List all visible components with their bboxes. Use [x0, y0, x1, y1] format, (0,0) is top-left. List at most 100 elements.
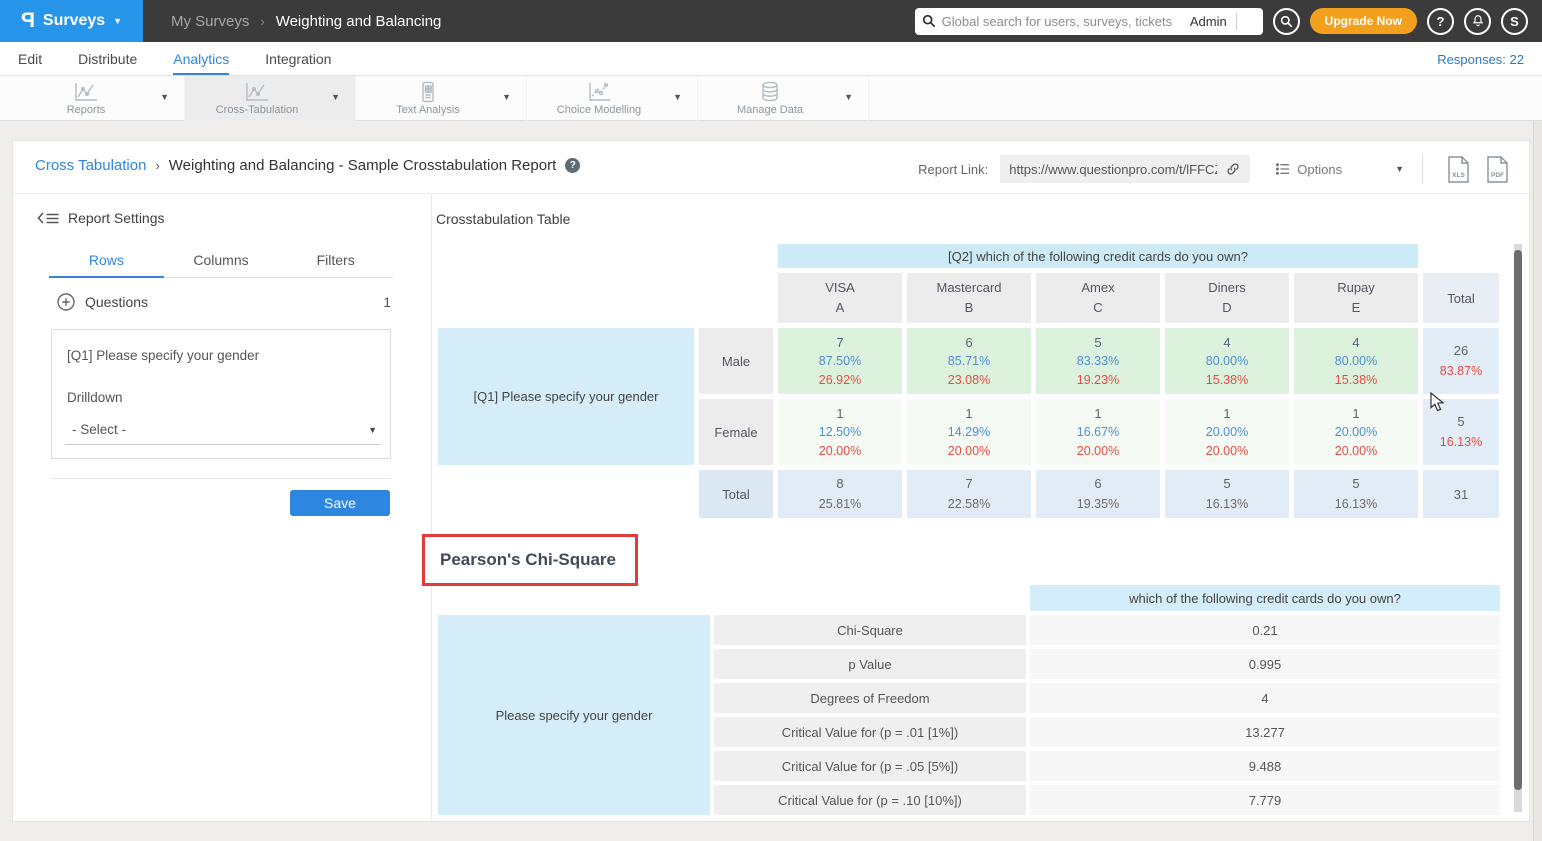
chi-square-highlight-box: Pearson's Chi-Square: [422, 534, 638, 586]
report-title: Weighting and Balancing - Sample Crossta…: [169, 157, 556, 174]
column-total-cell: 516.13%: [1294, 470, 1418, 518]
chevron-down-icon[interactable]: ▼: [1395, 165, 1404, 174]
tab-columns[interactable]: Columns: [164, 247, 279, 278]
cross-tabulation-link[interactable]: Cross Tabulation: [35, 157, 146, 174]
search-scope-selector[interactable]: Admin: [1181, 14, 1236, 29]
questions-count: 1: [383, 294, 391, 310]
export-xls-button[interactable]: XLS: [1447, 156, 1470, 183]
chi-stat-value: 0.995: [1030, 649, 1500, 679]
questions-label: Questions: [85, 294, 148, 310]
help-icon[interactable]: ?: [565, 158, 580, 173]
chevron-down-icon[interactable]: ▼: [502, 93, 511, 102]
toolbar-item-choice-modelling[interactable]: Choice Modelling ▼: [527, 76, 698, 121]
column-header: RupayE: [1294, 273, 1418, 323]
chi-stat-label: Degrees of Freedom: [714, 683, 1026, 713]
global-search: Admin ▼: [915, 8, 1263, 35]
crosstab-section-title: Crosstabulation Table: [436, 211, 570, 227]
avatar[interactable]: S: [1501, 8, 1528, 35]
drilldown-select[interactable]: - Select - ▼: [65, 418, 380, 445]
crosstab-table: [Q2] which of the following credit cards…: [438, 244, 1499, 518]
analytics-toolbar: Reports ▼ Cross-Tabulation ▼ Text Analys…: [0, 76, 1542, 121]
chi-stat-label: Critical Value for (p = .10 [10%]): [714, 785, 1026, 815]
crosstab-cell: 787.50%26.92%: [778, 328, 902, 394]
nav-tab-analytics[interactable]: Analytics: [173, 42, 229, 75]
chi-stat-value: 9.488: [1030, 751, 1500, 781]
report-url: https://www.questionpro.com/t/lFFCZg: [1009, 162, 1217, 177]
toolbar-item-text-analysis[interactable]: Text Analysis ▼: [356, 76, 527, 121]
notifications-button[interactable]: [1464, 8, 1491, 35]
row-label-total: Total: [699, 470, 773, 518]
toolbar-item-label: Cross-Tabulation: [185, 104, 329, 116]
product-menu-label: Surveys: [43, 12, 105, 30]
column-header: VISAA: [778, 273, 902, 323]
breadcrumb-my-surveys[interactable]: My Surveys: [171, 13, 249, 30]
report-card: Cross Tabulation › Weighting and Balanci…: [12, 140, 1530, 822]
breadcrumb-separator: ›: [260, 14, 264, 29]
nav-tab-integration[interactable]: Integration: [265, 42, 331, 75]
help-button[interactable]: ?: [1427, 8, 1454, 35]
divider: [51, 478, 391, 479]
column-total-cell: 619.35%: [1036, 470, 1160, 518]
report-url-box[interactable]: https://www.questionpro.com/t/lFFCZg: [1000, 155, 1250, 183]
row-label-female: Female: [699, 399, 773, 465]
survey-nav: Edit Distribute Analytics Integration Re…: [0, 42, 1542, 76]
report-link-label: Report Link:: [918, 162, 988, 177]
breadcrumb-separator: ›: [155, 158, 159, 173]
link-icon[interactable]: [1225, 161, 1241, 177]
row-total-cell: 2683.87%: [1423, 328, 1499, 394]
search-button[interactable]: [1273, 8, 1300, 35]
export-pdf-button[interactable]: PDF: [1486, 156, 1509, 183]
top-breadcrumb: My Surveys › Weighting and Balancing: [171, 13, 441, 30]
chevron-down-icon[interactable]: ▼: [1237, 17, 1256, 26]
row-total-cell: 516.13%: [1423, 399, 1499, 465]
toolbar-item-reports[interactable]: Reports ▼: [14, 76, 185, 121]
drilldown-label: Drilldown: [67, 390, 123, 405]
toolbar-item-label: Choice Modelling: [527, 104, 671, 116]
chevron-down-icon[interactable]: ▼: [160, 93, 169, 102]
chevron-down-icon[interactable]: ▼: [844, 93, 853, 102]
svg-text:XLS: XLS: [1452, 172, 1465, 179]
chi-square-table: which of the following credit cards do y…: [438, 585, 1500, 815]
column-total-cell: 516.13%: [1165, 470, 1289, 518]
content-scrollbar-thumb[interactable]: [1514, 250, 1522, 790]
chevron-down-icon[interactable]: ▼: [331, 93, 340, 102]
chi-stat-value: 4: [1030, 683, 1500, 713]
questionpro-logo-icon: P: [21, 9, 35, 33]
crosstab-cell: 480.00%15.38%: [1294, 328, 1418, 394]
chi-stat-label: Critical Value for (p = .05 [5%]): [714, 751, 1026, 781]
questions-row: Questions 1: [57, 292, 391, 312]
options-menu[interactable]: Options ▼: [1276, 162, 1404, 177]
toolbar-item-manage-data[interactable]: Manage Data ▼: [698, 76, 869, 121]
question-text: [Q1] Please specify your gender: [67, 348, 259, 363]
add-question-icon[interactable]: [57, 293, 75, 311]
nav-tab-edit[interactable]: Edit: [18, 42, 42, 75]
save-button[interactable]: Save: [290, 490, 390, 516]
divider: [431, 193, 432, 821]
question-card[interactable]: [Q1] Please specify your gender Drilldow…: [51, 329, 391, 459]
divider: [13, 193, 1529, 194]
row-label-male: Male: [699, 328, 773, 394]
tab-rows[interactable]: Rows: [49, 247, 164, 278]
search-input[interactable]: [942, 14, 1181, 29]
column-header: MastercardB: [907, 273, 1031, 323]
column-header: AmexC: [1036, 273, 1160, 323]
toolbar-item-label: Text Analysis: [356, 104, 500, 116]
line-chart-icon: [185, 81, 329, 103]
tab-filters[interactable]: Filters: [278, 247, 393, 278]
page-scrollbar-track[interactable]: [1533, 42, 1542, 841]
svg-text:PDF: PDF: [1491, 172, 1504, 179]
crosstab-cell: 583.33%19.23%: [1036, 328, 1160, 394]
chi-stat-label: Chi-Square: [714, 615, 1026, 645]
scatter-chart-icon: [527, 81, 671, 103]
chi-stat-value: 0.21: [1030, 615, 1500, 645]
product-menu[interactable]: P Surveys ▼: [0, 0, 143, 42]
chevron-down-icon[interactable]: ▼: [673, 93, 682, 102]
chi-stat-value: 13.277: [1030, 717, 1500, 747]
upgrade-now-button[interactable]: Upgrade Now: [1310, 8, 1417, 34]
report-breadcrumb: Cross Tabulation › Weighting and Balanci…: [35, 157, 580, 174]
nav-tab-distribute[interactable]: Distribute: [78, 42, 137, 75]
collapse-panel-icon[interactable]: [37, 212, 59, 224]
column-question-header: [Q2] which of the following credit cards…: [778, 244, 1418, 268]
crosstab-cell: 114.29%20.00%: [907, 399, 1031, 465]
toolbar-item-cross-tabulation[interactable]: Cross-Tabulation ▼: [185, 76, 356, 121]
